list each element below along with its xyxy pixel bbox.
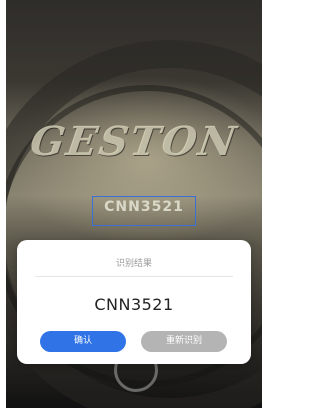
scan-target-text: CNN3521 — [104, 199, 184, 215]
dialog-divider — [35, 276, 233, 277]
dialog-title: 识别结果 — [115, 259, 152, 269]
tire-brand-text: GESTON — [27, 118, 241, 165]
confirm-button[interactable]: 确认 — [40, 331, 126, 352]
recognized-code: CNN3521 — [94, 295, 174, 314]
retry-button[interactable]: 重新识别 — [141, 331, 227, 352]
result-dialog: 识别结果 CNN3521 确认 重新识别 — [17, 240, 251, 364]
